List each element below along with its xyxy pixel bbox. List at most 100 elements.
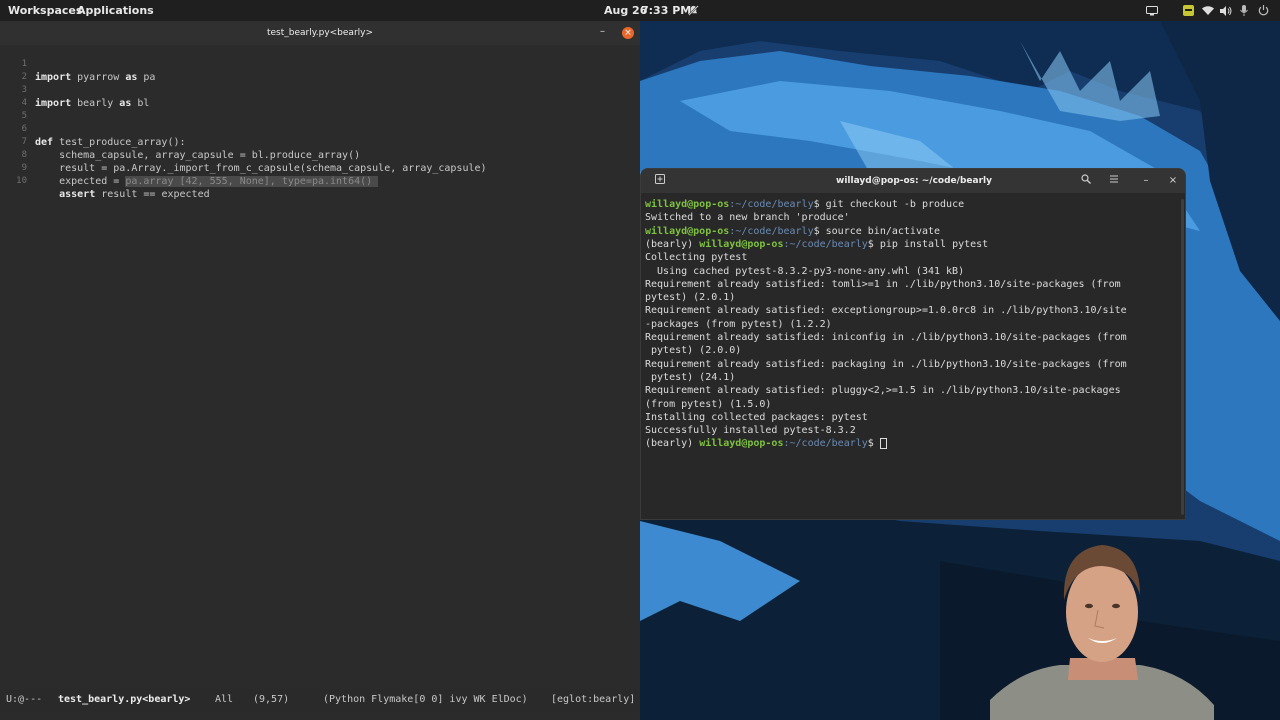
terminal-text: pytest) (2.0.1) (645, 292, 736, 304)
venv-label: (bearly) (645, 438, 700, 450)
terminal-text: Using cached pytest-8.3.2-py3-none-any.w… (645, 265, 965, 277)
terminal-line: pytest) (2.0.1) (645, 291, 735, 304)
terminal-title: willayd@pop-os: ~/code/bearly (641, 169, 1185, 193)
terminal-text: pytest) (24.1) (645, 371, 736, 383)
selected-region: pa.array [42, 555, None], type=pa.int64(… (125, 176, 379, 187)
code-text: result = pa.Array._import_from_c_capsule… (35, 163, 487, 174)
line-number: 10 (16, 176, 27, 186)
terminal-line: willayd@pop-os:~/code/bearly$ git checko… (645, 198, 964, 211)
terminal-text: $ git checkout -b produce (813, 199, 965, 210)
terminal-line: Successfully installed pytest-8.3.2 (645, 424, 856, 437)
terminal-line: Requirement already satisfied: tomli>=1 … (645, 278, 1121, 291)
terminal-line: pytest) (2.0.0) (645, 344, 741, 357)
terminal-text: pytest) (2.0.0) (645, 345, 742, 357)
new-tab-icon[interactable] (653, 174, 667, 188)
keyword: import (35, 72, 72, 83)
code-text: test_produce_array(): (53, 137, 186, 148)
terminal-text: Installing collected packages: pytest (645, 411, 868, 423)
terminal-line: -packages (from pytest) (1.2.2) (645, 318, 832, 331)
keyboard-icon[interactable] (1182, 3, 1194, 18)
keyword: as (119, 98, 132, 109)
code-text: schema_capsule, array_capsule = bl.produ… (35, 150, 361, 161)
terminal-line: Using cached pytest-8.3.2-py3-none-any.w… (645, 265, 964, 278)
top-bar: Workspaces Applications Aug 26 7:33 PM (0, 0, 1280, 21)
minimize-icon[interactable]: – (600, 26, 610, 38)
cursor-position: (9,57) (253, 694, 290, 705)
terminal-text: Requirement already satisfied: exception… (645, 305, 1127, 317)
terminal-line: Collecting pytest (645, 251, 747, 264)
terminal-text: Successfully installed pytest-8.3.2 (645, 425, 856, 437)
keyword: def (35, 137, 54, 148)
code-text: bearly (71, 98, 120, 109)
webcam-overlay (990, 540, 1214, 720)
venv-label: (bearly) (645, 238, 700, 250)
terminal-line: (bearly) willayd@pop-os:~/code/bearly$ p… (645, 238, 988, 251)
terminal-text: (from pytest) (1.5.0) (645, 398, 772, 410)
code-line: 8 result = pa.Array._import_from_c_capsu… (0, 136, 487, 174)
code-line: 6 def test_produce_array(): (0, 110, 186, 148)
code-line: 10 assert result == expected (0, 162, 209, 200)
notifications-muted-icon[interactable] (686, 3, 700, 18)
code-line: 5 (0, 97, 36, 121)
terminal-text: $ pip install pytest (867, 238, 989, 250)
power-icon[interactable] (1257, 3, 1269, 18)
emacs-window-title: test_bearly.py<bearly> (0, 21, 640, 45)
minimize-icon[interactable]: – (1139, 174, 1153, 188)
terminal-text: Collecting pytest (645, 252, 748, 264)
terminal-line: (bearly) willayd@pop-os:~/code/bearly$ (645, 437, 887, 450)
code-line: 7 schema_capsule, array_capsule = bl.pro… (0, 123, 361, 161)
terminal-line: Switched to a new branch 'produce' (645, 211, 850, 224)
keyword: as (125, 72, 138, 83)
clock-time[interactable]: 7:33 PM (641, 4, 691, 17)
prompt-user: willayd@pop-os (645, 225, 730, 237)
prompt-path: :~/code/bearly (783, 438, 868, 450)
screen-icon[interactable] (1145, 3, 1159, 18)
terminal-text: Switched to a new branch 'produce' (645, 212, 850, 224)
terminal-text: Requirement already satisfied: pluggy<2,… (645, 385, 1121, 397)
close-icon[interactable]: × (1166, 174, 1180, 188)
terminal-cursor (879, 437, 887, 449)
prompt-user: willayd@pop-os (699, 238, 784, 250)
volume-icon[interactable] (1219, 3, 1233, 18)
prompt-path: :~/code/bearly (729, 225, 814, 237)
code-line: 2 (0, 58, 36, 82)
terminal-scrollbar[interactable] (1181, 199, 1184, 515)
buffer-state: U:@--- (6, 694, 43, 705)
close-icon[interactable]: × (622, 27, 634, 39)
terminal-line: Requirement already satisfied: pluggy<2,… (645, 384, 1121, 397)
terminal-line: Requirement already satisfied: iniconfig… (645, 331, 1127, 344)
code-text: bl (131, 98, 150, 109)
buffer-position: All (215, 694, 234, 705)
code-line: 1 import pyarrow as pa (0, 45, 156, 83)
terminal-line: pytest) (24.1) (645, 371, 735, 384)
eglot-status[interactable]: [eglot:bearly] (551, 689, 635, 711)
applications-button[interactable]: Applications (77, 4, 154, 17)
wifi-icon[interactable] (1201, 3, 1215, 18)
menu-icon[interactable] (1107, 174, 1121, 188)
code-text: pyarrow (71, 72, 126, 83)
major-minor-modes[interactable]: (Python Flymake[0 0] ivy WK ElDoc) (323, 689, 528, 711)
terminal-line: (from pytest) (1.5.0) (645, 398, 771, 411)
terminal-text: Requirement already satisfied: tomli>=1 … (645, 278, 1121, 290)
code-line: 3 import bearly as bl (0, 71, 150, 109)
keyword: import (35, 98, 72, 109)
code-line: 9 expected = pa.array [42, 555, None], t… (0, 149, 379, 187)
microphone-icon[interactable] (1238, 3, 1250, 18)
code-text: result == expected (95, 189, 210, 200)
terminal-text: Requirement already satisfied: packaging… (645, 358, 1127, 370)
terminal-line: Installing collected packages: pytest (645, 411, 868, 424)
terminal-text: $ source bin/activate (813, 225, 941, 237)
terminal-text: -packages (from pytest) (1.2.2) (645, 318, 832, 330)
terminal-line: willayd@pop-os:~/code/bearly$ source bin… (645, 225, 940, 238)
search-icon[interactable] (1079, 174, 1093, 188)
code-text: expected = (35, 176, 126, 187)
terminal-line: Requirement already satisfied: packaging… (645, 358, 1127, 371)
buffer-name[interactable]: test_bearly.py<bearly> (58, 689, 190, 711)
terminal-window[interactable]: willayd@pop-os: ~/code/bearly – × willay… (640, 168, 1186, 520)
terminal-text: Requirement already satisfied: iniconfig… (645, 332, 1127, 343)
workspaces-button[interactable]: Workspaces (8, 4, 82, 17)
prompt-path: :~/code/bearly (783, 238, 868, 250)
prompt-user: willayd@pop-os (645, 199, 730, 210)
terminal-text: $ (867, 438, 880, 450)
